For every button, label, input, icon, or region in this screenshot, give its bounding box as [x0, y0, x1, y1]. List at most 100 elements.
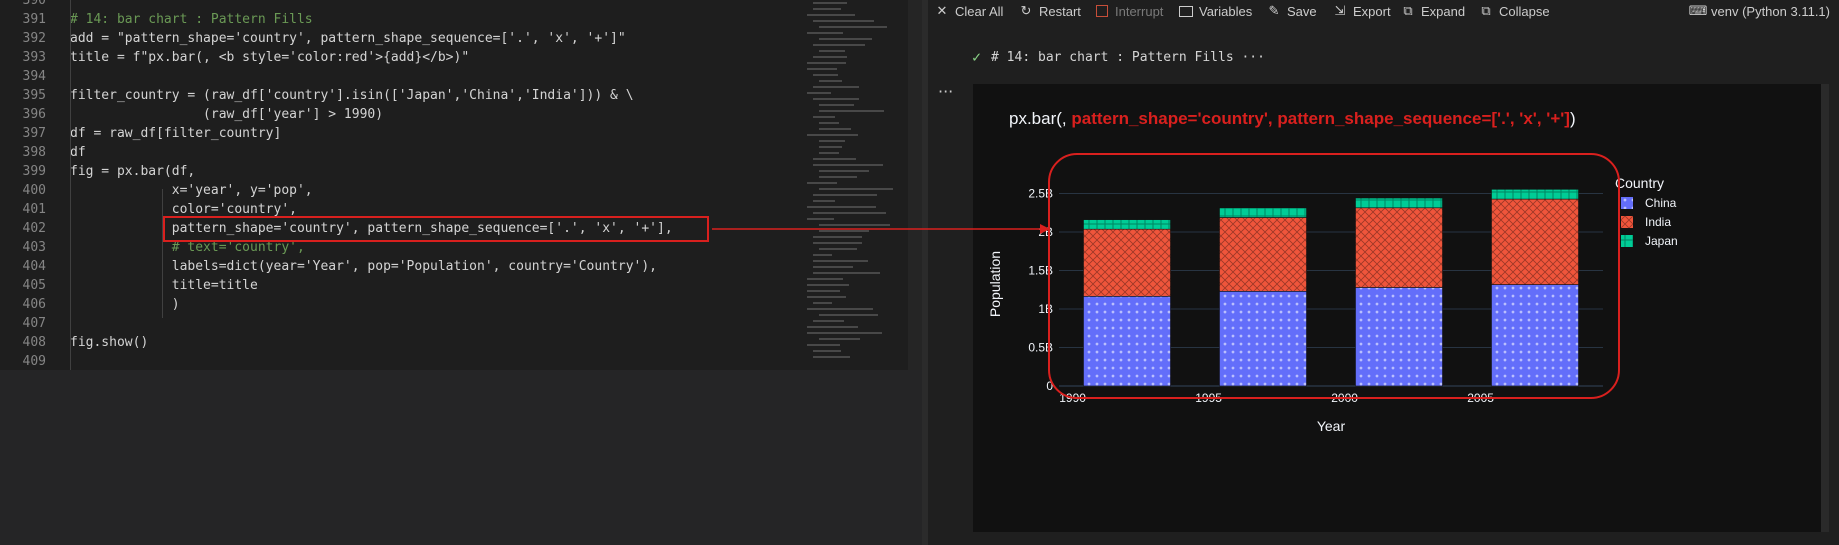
- line-number: 407: [22, 316, 46, 331]
- minimap-line: [813, 194, 877, 196]
- editor-scrollbar[interactable]: [908, 0, 922, 370]
- line-number: 394: [22, 69, 46, 84]
- minimap-line: [807, 206, 876, 208]
- output-more-button[interactable]: ···: [938, 82, 953, 101]
- line-number: 404: [22, 259, 46, 274]
- legend-title: Country: [1615, 175, 1664, 191]
- bar-segment-india: [1219, 217, 1307, 292]
- save-icon: ✎: [1268, 3, 1280, 18]
- output-scrollbar[interactable]: [1821, 84, 1829, 532]
- code-line: fig.show(): [70, 335, 149, 350]
- minimap-line: [807, 32, 843, 34]
- line-number: 390: [22, 0, 46, 8]
- minimap-line: [813, 86, 859, 88]
- highlight-box: [163, 216, 709, 242]
- line-number: 406: [22, 297, 46, 312]
- line-number: 395: [22, 88, 46, 103]
- code-line: ): [70, 297, 180, 312]
- minimap-line: [819, 152, 839, 154]
- minimap-line: [807, 62, 846, 64]
- legend-label-china: China: [1645, 196, 1677, 210]
- line-number: 403: [22, 240, 46, 255]
- cell-output: px.bar(, pattern_shape='country', patter…: [973, 84, 1829, 532]
- chart-title: px.bar(, pattern_shape='country', patter…: [1009, 109, 1576, 128]
- bar-segment-japan: [1083, 219, 1171, 230]
- line-number: 401: [22, 202, 46, 217]
- code-editor[interactable]: 390 391 392 393 394 395 396 397 398 399 400 401 402 4…: [0, 0, 922, 370]
- minimap-line: [819, 188, 893, 190]
- notebook-panel: ✕ Clear All ↻ Restart Interrupt Variables …: [928, 0, 1839, 545]
- line-number: 400: [22, 183, 46, 198]
- line-number: 398: [22, 145, 46, 160]
- minimap-line: [813, 320, 844, 322]
- interrupt-button[interactable]: Interrupt: [1094, 0, 1163, 22]
- minimap-line: [819, 248, 857, 250]
- minimap-line: [813, 56, 847, 58]
- minimap-line: [813, 116, 835, 118]
- close-icon: ✕: [936, 3, 948, 18]
- minimap-line: [819, 338, 860, 340]
- minimap-line: [819, 38, 872, 40]
- code-line: title = f"px.bar(, <b style='color:red'>…: [70, 50, 470, 65]
- minimap-line: [813, 350, 841, 352]
- save-button[interactable]: ✎ Save: [1266, 0, 1317, 22]
- chart-title-suffix: ): [1570, 109, 1576, 128]
- minimap-line: [819, 230, 869, 232]
- line-number: 405: [22, 278, 46, 293]
- minimap-line: [813, 302, 832, 304]
- line-number: 408: [22, 335, 46, 350]
- code-line: # 14: bar chart : Pattern Fills: [70, 12, 313, 27]
- x-axis-label: Year: [1317, 418, 1346, 434]
- minimap-line: [807, 182, 837, 184]
- bar-segment-india: [1355, 207, 1443, 288]
- expand-icon: ⧉: [1403, 3, 1413, 18]
- stop-icon: [1094, 3, 1110, 19]
- clear-all-button[interactable]: ✕ Clear All: [934, 0, 1004, 22]
- expand-button[interactable]: ⧉ Expand: [1400, 0, 1465, 22]
- minimap[interactable]: [803, 0, 905, 370]
- variables-icon: [1178, 3, 1194, 19]
- minimap-line: [813, 212, 886, 214]
- export-button[interactable]: ⇲ Export: [1332, 0, 1391, 22]
- kernel-picker[interactable]: ⌨ venv (Python 3.11.1): [1689, 0, 1830, 22]
- bar-segment-china: [1355, 287, 1443, 387]
- minimap-line: [819, 146, 842, 148]
- minimap-line: [807, 92, 831, 94]
- y-tick-label: 1B: [1038, 302, 1053, 316]
- collapse-button[interactable]: ⧉ Collapse: [1478, 0, 1549, 22]
- chart-title-prefix: px.bar(,: [1009, 109, 1071, 128]
- minimap-line: [813, 164, 883, 166]
- code-line: labels=dict(year='Year', pop='Population…: [70, 259, 657, 274]
- chart-title-highlight: pattern_shape='country', pattern_shape_s…: [1071, 109, 1570, 128]
- minimap-line: [813, 254, 832, 256]
- minimap-line: [807, 14, 855, 16]
- variables-button[interactable]: Variables: [1178, 0, 1252, 22]
- restart-button[interactable]: ↻ Restart: [1018, 0, 1081, 22]
- minimap-line: [813, 260, 868, 262]
- y-tick-label: 2B: [1038, 225, 1053, 239]
- minimap-line: [813, 266, 853, 268]
- line-number: 399: [22, 164, 46, 179]
- indent-guide: [70, 0, 71, 370]
- minimap-line: [807, 278, 843, 280]
- y-axis-label: Population: [987, 251, 1003, 317]
- minimap-line: [813, 2, 847, 4]
- collapse-icon: ⧉: [1481, 3, 1491, 18]
- code-line: (raw_df['year'] > 1990): [70, 107, 384, 122]
- bar-segment-japan: [1355, 197, 1443, 209]
- minimap-line: [807, 68, 837, 70]
- legend-label-india: India: [1645, 215, 1671, 229]
- minimap-line: [813, 74, 838, 76]
- minimap-line: [813, 158, 856, 160]
- code-line: df = raw_df[filter_country]: [70, 126, 282, 141]
- minimap-line: [813, 8, 841, 10]
- bar-segment-china: [1219, 291, 1307, 387]
- cell-collapsed-header[interactable]: ✓ # 14: bar chart : Pattern Fills ···: [972, 48, 1265, 66]
- legend-swatch-japan: [1621, 235, 1633, 247]
- line-number: 391: [22, 12, 46, 27]
- legend-swatch-china: [1621, 197, 1633, 209]
- bar-segment-china: [1491, 284, 1579, 387]
- minimap-line: [807, 308, 873, 310]
- minimap-line: [813, 20, 874, 22]
- bar-chart[interactable]: px.bar(, pattern_shape='country', patter…: [973, 84, 1829, 532]
